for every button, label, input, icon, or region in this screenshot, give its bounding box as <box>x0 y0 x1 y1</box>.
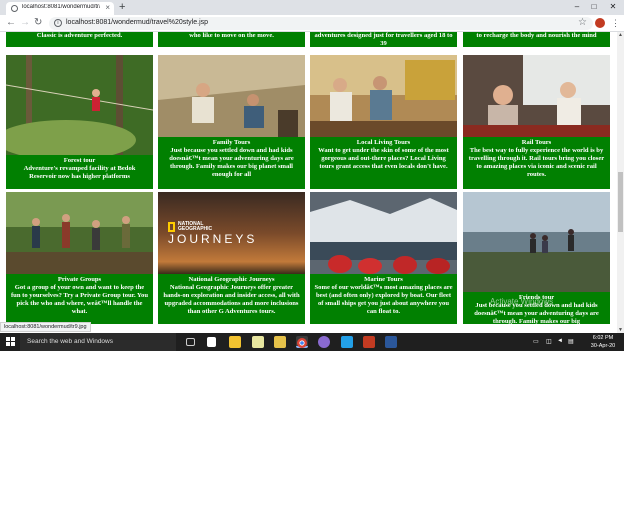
tour-card-title: Marine Tours <box>364 276 403 283</box>
tour-card-private-groups[interactable]: Private Groups Got a group of your own a… <box>6 192 153 324</box>
minimize-button[interactable]: – <box>568 1 586 13</box>
tour-card[interactable]: adventures designed just for travellers … <box>310 32 457 47</box>
tour-card-desc: Adventure's revamped facility at Bedok R… <box>23 165 136 180</box>
info-icon[interactable]: i <box>54 19 62 27</box>
maximize-button[interactable]: □ <box>585 1 603 13</box>
windows-start-icon[interactable] <box>6 337 16 347</box>
tour-card-desc: The best way to fully experience the wor… <box>468 147 605 178</box>
natgeo-journeys-wordmark: JOURNEYS <box>168 232 258 246</box>
private-groups-photo-art <box>6 192 153 274</box>
browser-tab[interactable]: localhost:8081/wondermud/trav × <box>6 2 114 15</box>
tour-card-desc: who like to move on the move. <box>189 32 274 39</box>
clock-time: 6:02 PM <box>592 335 614 341</box>
tour-card-title: Forest tour <box>63 157 96 164</box>
tour-card-desc: Just because you settled down and had ki… <box>169 147 294 178</box>
rail-photo-art <box>463 55 610 137</box>
battery-icon[interactable]: ▭ <box>533 338 539 345</box>
natgeo-logo-icon <box>168 222 175 232</box>
tab-close-icon[interactable]: × <box>105 3 110 13</box>
tour-card-forest[interactable]: Forest tour Adventure's revamped facilit… <box>6 55 153 189</box>
chrome-icon-art <box>297 338 307 348</box>
tour-card-desc: Got a group of your own and want to keep… <box>10 284 149 315</box>
page-scrollbar[interactable]: ▲ ▼ <box>617 32 624 333</box>
network-icon[interactable]: ◫ <box>546 338 552 345</box>
files-icon[interactable] <box>274 336 286 348</box>
tour-card-title: Private Groups <box>57 276 102 283</box>
marine-photo <box>310 192 457 274</box>
tour-card-title: Rail Tours <box>521 139 552 146</box>
natgeo-logo-text: NATIONAL GEOGRAPHIC <box>178 221 213 232</box>
activate-windows-watermark: Activate Windows <box>490 297 554 306</box>
url-text[interactable]: localhost:8081/wondermud/travel%20style.… <box>66 19 208 26</box>
tour-card-desc: to recharge the body and nourish the min… <box>476 32 597 39</box>
taskbar-search-placeholder: Search the web and Windows <box>27 338 113 345</box>
marine-photo-art <box>310 192 457 274</box>
forest-photo-art <box>6 55 153 155</box>
tour-card-title: Family Tours <box>212 139 251 146</box>
screen: localhost:8081/wondermud/trav × + – □ ✕ … <box>0 0 624 351</box>
tour-card-marine[interactable]: Marine Tours Some of our worldâ€™s most … <box>310 192 457 324</box>
family-photo-art <box>158 55 305 137</box>
media-icon[interactable] <box>318 336 330 348</box>
tour-card[interactable]: who like to move on the move. <box>158 32 305 47</box>
tab-title: localhost:8081/wondermud/trav <box>22 4 100 10</box>
taskbar-clock[interactable]: 6:02 PM 30-Apr-20 <box>585 334 621 350</box>
tour-card[interactable]: to recharge the body and nourish the min… <box>463 32 610 47</box>
private-groups-photo <box>6 192 153 274</box>
chrome-icon[interactable] <box>296 336 308 348</box>
tour-card-desc: adventures designed just for travellers … <box>314 32 453 47</box>
rail-photo <box>463 55 610 137</box>
word-icon[interactable] <box>385 336 397 348</box>
globe-icon <box>11 5 18 12</box>
new-tab-button[interactable]: + <box>119 1 125 13</box>
local-living-photo <box>310 55 457 137</box>
browser-toolbar: ← → ↻ i localhost:8081/wondermud/travel%… <box>0 15 624 32</box>
address-bar[interactable]: i localhost:8081/wondermud/travel%20styl… <box>49 17 593 30</box>
tour-card-desc: Classic is adventure perfected. <box>36 32 123 39</box>
local-living-photo-art <box>310 55 457 137</box>
family-photo <box>158 55 305 137</box>
windows-taskbar: Search the web and Windows ▭ ◫ ◄ ▤ 6:02 … <box>0 333 624 351</box>
page-viewport: Classic is adventure perfected. who like… <box>0 32 617 333</box>
close-window-button[interactable]: ✕ <box>604 1 622 13</box>
scroll-up-icon[interactable]: ▲ <box>617 32 624 38</box>
menu-icon[interactable]: ⋮ <box>611 17 620 29</box>
forward-icon[interactable]: → <box>20 17 30 29</box>
tour-card-title: National Geographic Journeys <box>188 276 275 283</box>
bookmark-star-icon[interactable]: ☆ <box>578 17 587 29</box>
forest-photo <box>6 55 153 155</box>
taskbar-search[interactable]: Search the web and Windows <box>20 333 176 351</box>
volume-icon[interactable]: ◄ <box>557 338 563 344</box>
language-icon[interactable]: ▤ <box>568 338 574 345</box>
profile-avatar[interactable] <box>595 18 605 28</box>
vscode-icon[interactable] <box>341 336 353 348</box>
friends-photo <box>463 192 610 292</box>
app-icon[interactable] <box>363 336 375 348</box>
tour-card-desc: Want to get under the skin of some of th… <box>318 147 449 170</box>
scroll-thumb[interactable] <box>618 172 623 232</box>
tour-card-title: Local Living Tours <box>356 139 411 146</box>
tab-strip: localhost:8081/wondermud/trav × + – □ ✕ <box>0 0 624 15</box>
tour-card-rail[interactable]: Rail Tours The best way to fully experie… <box>463 55 610 189</box>
link-status-bubble: localhost:8081/wondermud/tr9.jpg <box>0 322 91 332</box>
file-explorer-icon[interactable] <box>229 336 241 348</box>
tour-card-desc: National Geographic Journeys offer great… <box>163 284 300 315</box>
tour-card[interactable]: Classic is adventure perfected. <box>6 32 153 47</box>
friends-photo-art <box>463 192 610 292</box>
task-view-icon[interactable] <box>186 338 195 346</box>
store-icon[interactable] <box>207 337 216 347</box>
reload-icon[interactable]: ↻ <box>34 17 42 29</box>
tour-card-local-living[interactable]: Local Living Tours Want to get under the… <box>310 55 457 189</box>
notepad-icon[interactable] <box>252 336 264 348</box>
back-icon[interactable]: ← <box>6 17 16 29</box>
tour-card-natgeo[interactable]: NATIONAL GEOGRAPHIC JOURNEYS National Ge… <box>158 192 305 324</box>
clock-date: 30-Apr-20 <box>590 343 616 349</box>
tour-card-family[interactable]: Family Tours Just because you settled do… <box>158 55 305 189</box>
tour-card-desc: Some of our worldâ€™s most amazing place… <box>314 284 453 315</box>
natgeo-photo: NATIONAL GEOGRAPHIC JOURNEYS <box>158 192 305 274</box>
